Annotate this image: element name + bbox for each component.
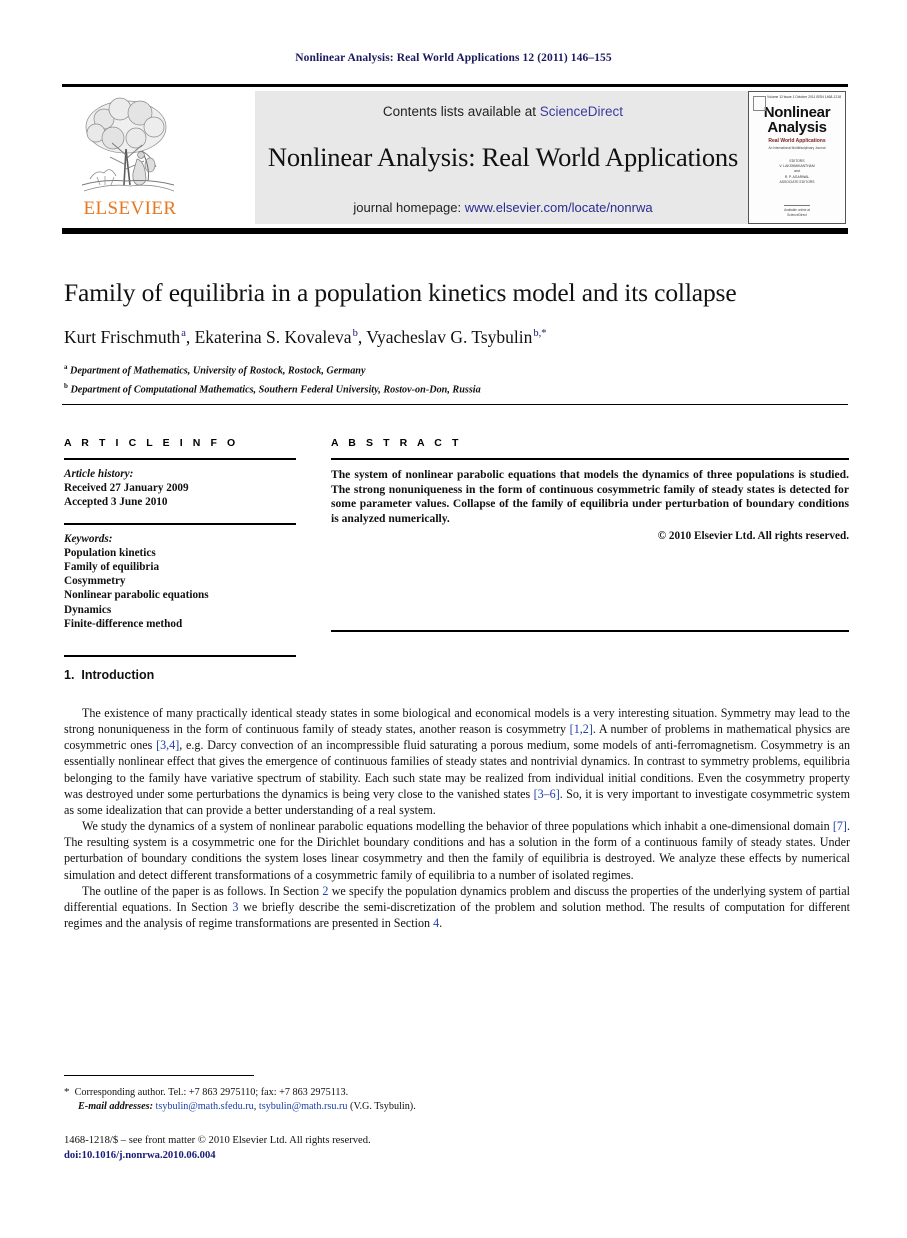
citation-link[interactable]: [7] <box>833 819 847 833</box>
cover-assoc-label: ASSOCIATE EDITORS <box>779 179 815 184</box>
keywords-block: Keywords: Population kinetics Family of e… <box>64 525 296 631</box>
body-paragraph: The existence of many practically identi… <box>64 705 850 818</box>
abstract-rule-bottom <box>331 630 849 632</box>
article-accepted: Accepted 3 June 2010 <box>64 496 168 509</box>
cover-volume: Volume 12 <box>767 95 784 99</box>
corresponding-author-text: Corresponding author. Tel.: +7 863 29751… <box>74 1087 349 1098</box>
keywords-label: Keywords: <box>64 532 113 545</box>
contents-available-line: Contents lists available at ScienceDirec… <box>263 91 743 119</box>
keyword-item: Dynamics <box>64 603 112 616</box>
keyword-item: Population kinetics <box>64 546 156 559</box>
elsevier-wordmark: ELSEVIER <box>83 198 177 219</box>
cover-bottom-line2: ScienceDirect <box>787 213 807 217</box>
keyword-item: Nonlinear parabolic equations <box>64 589 209 602</box>
author-list: Kurt Frischmutha, Ekaterina S. Kovalevab… <box>64 327 854 348</box>
section-number: 1. <box>64 668 75 682</box>
citation-link[interactable]: [3–6] <box>534 787 560 801</box>
cover-subtitle: Real World Applications <box>768 138 826 144</box>
article-history-block: Article history: Received 27 January 200… <box>64 460 296 510</box>
cover-title-line2: Analysis <box>767 119 827 136</box>
body-text-run: We study the dynamics of a system of non… <box>82 819 833 834</box>
article-info-column: A R T I C L E I N F O Article history: R… <box>64 437 296 658</box>
homepage-prefix: journal homepage: <box>353 200 462 215</box>
article-history-label: Article history: <box>64 468 134 480</box>
journal-cover-thumbnail: Volume 12 Issue 1 October 2011 ISSN 1468… <box>748 91 846 224</box>
affiliation-item: a Department of Mathematics, University … <box>64 360 854 379</box>
abstract-heading: A B S T R A C T <box>331 437 462 449</box>
footnote-divider <box>64 1075 254 1076</box>
email-link-2[interactable]: tsybulin@math.rsu.ru <box>259 1101 348 1112</box>
footer-block: 1468-1218/$ – see front matter © 2010 El… <box>64 1134 854 1163</box>
cover-bottom-rule <box>784 197 810 206</box>
doi-link[interactable]: doi:10.1016/j.nonrwa.2010.06.004 <box>64 1149 854 1164</box>
sciencedirect-link[interactable]: ScienceDirect <box>540 104 623 119</box>
running-head: Nonlinear Analysis: Real World Applicati… <box>295 52 612 64</box>
abstract-text: The system of nonlinear parabolic equati… <box>331 468 849 525</box>
author-name: Kurt Frischmuth <box>64 327 181 347</box>
cover-issue: Issue 1 <box>783 95 795 99</box>
journal-homepage-link[interactable]: www.elsevier.com/locate/nonrwa <box>465 200 653 215</box>
page-title: Family of equilibria in a population kin… <box>64 278 737 307</box>
contents-prefix: Contents lists available at <box>382 104 537 119</box>
email-label: E-mail addresses: <box>78 1101 153 1112</box>
cover-elsevier-mark-icon <box>753 96 766 111</box>
journal-title: Nonlinear Analysis: Real World Applicati… <box>267 142 739 172</box>
affiliation-text: Department of Computational Mathematics,… <box>67 384 481 396</box>
citation-link[interactable]: [1,2] <box>570 722 593 736</box>
footnote-block: * Corresponding author. Tel.: +7 863 297… <box>64 1085 854 1114</box>
elsevier-tree-icon <box>80 93 176 197</box>
article-received: Received 27 January 2009 <box>64 482 189 495</box>
section-title-text: Introduction <box>81 668 155 682</box>
section-heading-introduction: 1. Introduction <box>64 668 154 682</box>
abstract-copyright: © 2010 Elsevier Ltd. All rights reserved… <box>657 530 849 543</box>
article-info-heading: A R T I C L E I N F O <box>64 437 239 449</box>
corresponding-author-note: * Corresponding author. Tel.: +7 863 297… <box>64 1085 854 1100</box>
asterisk-icon: * <box>64 1086 70 1098</box>
body-paragraph: The outline of the paper is as follows. … <box>64 883 850 931</box>
cover-subtitle2: An International Multidisciplinary Journ… <box>768 146 826 150</box>
cover-editors-block: EDITORS V. LAKSHMIKANTHAM and R. P. AGAR… <box>749 159 845 185</box>
keyword-item: Cosymmetry <box>64 575 126 588</box>
citation-link[interactable]: [3,4] <box>156 738 179 752</box>
keyword-item: Finite-difference method <box>64 617 183 630</box>
journal-banner: Contents lists available at ScienceDirec… <box>255 91 751 224</box>
journal-homepage-line: journal homepage: www.elsevier.com/locat… <box>263 200 743 215</box>
keywords-items: Population kinetics Family of equilibria C… <box>64 546 296 631</box>
author-name: Vyacheslav G. Tsybulin <box>366 327 533 347</box>
author-separator: , <box>185 327 195 347</box>
journal-header-band: ELSEVIER Contents lists available at Sci… <box>62 84 848 228</box>
email-note: E-mail addresses: tsybulin@math.sfedu.ru… <box>64 1100 854 1114</box>
non-solus-tree-svg <box>81 97 175 192</box>
keyword-item: Family of equilibria <box>64 561 160 574</box>
affiliation-text: Department of Mathematics, University of… <box>67 365 366 377</box>
body-text-run: The outline of the paper is as follows. … <box>82 883 323 898</box>
paper-page: Nonlinear Analysis: Real World Applicati… <box>0 0 907 1238</box>
author-affiliation-marker: b,* <box>533 328 547 340</box>
cover-bottom-block: Available online at ScienceDirect <box>749 197 845 218</box>
body-paragraph: We study the dynamics of a system of non… <box>64 818 850 883</box>
cover-issn: ISSN 1468-1218 <box>815 95 841 99</box>
abstract-column: A B S T R A C T The system of nonlinear … <box>331 437 849 542</box>
author-separator: , <box>357 327 367 347</box>
elsevier-logo: ELSEVIER <box>80 93 180 223</box>
affiliation-item: b Department of Computational Mathematic… <box>64 379 854 398</box>
body-text-run: . <box>439 916 443 931</box>
email-link-1[interactable]: tsybulin@math.sfedu.ru <box>156 1101 254 1112</box>
authors-divider <box>62 404 848 405</box>
body-text: The existence of many practically identi… <box>64 705 850 931</box>
affiliation-list: a Department of Mathematics, University … <box>64 360 854 398</box>
issn-front-matter: 1468-1218/$ – see front matter © 2010 El… <box>64 1135 371 1146</box>
header-bottom-rule <box>62 228 848 234</box>
article-info-rule-bottom <box>64 655 296 658</box>
author-name: Ekaterina S. Kovaleva <box>194 327 352 347</box>
cover-date: October 2011 <box>795 95 816 99</box>
email-owner: (V.G. Tsybulin). <box>350 1101 416 1112</box>
